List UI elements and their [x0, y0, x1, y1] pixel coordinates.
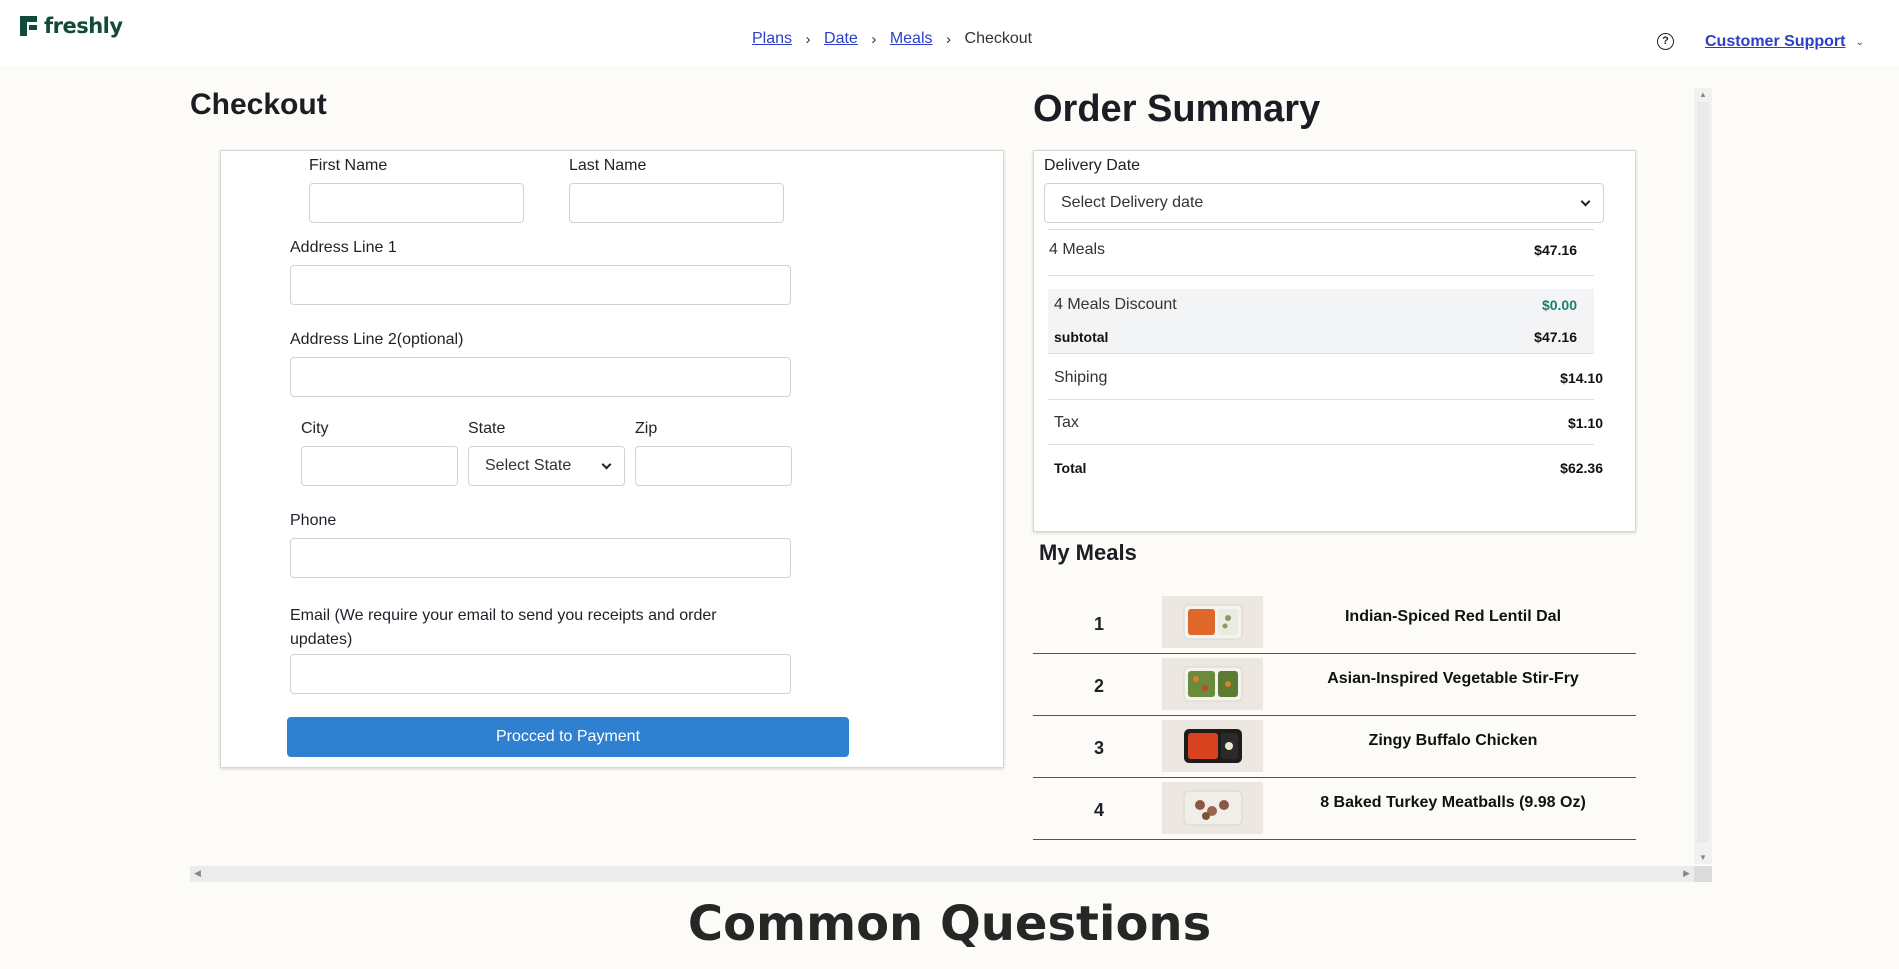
delivery-date-label: Delivery Date: [1044, 157, 1141, 174]
vertical-scrollbar[interactable]: ▲ ▼: [1694, 88, 1712, 864]
breadcrumb-current: Checkout: [964, 30, 1033, 47]
state-select[interactable]: Select State: [468, 446, 625, 486]
meal-image: [1162, 658, 1263, 710]
tax-value: $1.10: [1567, 415, 1603, 431]
meal-row: 1 Indian-Spiced Red Lentil Dal: [1033, 592, 1636, 654]
meal-row: 3 Zingy Buffalo Chicken: [1033, 716, 1636, 778]
total-value: $62.36: [1560, 460, 1603, 476]
discount-value: $0.00: [1541, 297, 1577, 313]
meal-row: 2 Asian-Inspired Vegetable Stir-Fry: [1033, 654, 1636, 716]
meal-row: 4 8 Baked Turkey Meatballs (9.98 Oz): [1033, 778, 1636, 840]
breadcrumb-separator: ›: [805, 30, 811, 48]
phone-input[interactable]: [290, 538, 791, 578]
scroll-left-arrow-icon[interactable]: ◀: [194, 868, 201, 879]
breadcrumb-separator: ›: [946, 30, 952, 48]
meal-name: Asian-Inspired Vegetable Stir-Fry: [1327, 670, 1579, 687]
phone-label: Phone: [290, 512, 337, 529]
top-navigation-bar: freshly Plans › Date › Meals › Checkout …: [0, 0, 1899, 66]
order-summary-card: Delivery Date Select Delivery date 4 Mea…: [1033, 150, 1636, 532]
chevron-down-icon: [1580, 196, 1591, 206]
order-summary-title: Order Summary: [1033, 88, 1321, 130]
breadcrumb-date[interactable]: Date: [824, 30, 858, 48]
meals-price-row: 4 Meals $47.16: [1049, 241, 1577, 259]
total-label: Total: [1054, 460, 1087, 476]
zip-label: Zip: [635, 420, 658, 437]
checkout-title: Checkout: [190, 88, 327, 121]
last-name-input[interactable]: [569, 183, 784, 223]
meal-name: Indian-Spiced Red Lentil Dal: [1344, 608, 1562, 625]
tax-label: Tax: [1054, 414, 1079, 431]
breadcrumb-meals[interactable]: Meals: [890, 30, 933, 48]
breadcrumb-separator: ›: [871, 30, 877, 48]
meal-number: 1: [1093, 614, 1104, 634]
divider: [1048, 444, 1594, 445]
shipping-value: $14.10: [1560, 370, 1603, 386]
checkout-scroll-area: Checkout First Name Last Name Address Li…: [190, 88, 1712, 882]
help-icon[interactable]: ?: [1657, 33, 1674, 50]
divider: [1048, 399, 1594, 400]
meal-image: [1162, 782, 1263, 834]
customer-support-menu[interactable]: Customer Support ⌄: [1705, 33, 1864, 51]
zip-input[interactable]: [635, 446, 792, 486]
freshly-logo[interactable]: freshly: [20, 14, 123, 38]
scrollbar-corner: [1694, 866, 1712, 882]
address-line-1-input[interactable]: [290, 265, 791, 305]
scroll-down-arrow-icon[interactable]: ▼: [1699, 853, 1707, 862]
address-line-1-label: Address Line 1: [290, 239, 397, 256]
freshly-logo-icon: [20, 16, 38, 36]
scroll-right-arrow-icon[interactable]: ▶: [1683, 868, 1690, 879]
meal-image: [1162, 720, 1263, 772]
first-name-label: First Name: [309, 157, 388, 174]
city-label: City: [301, 420, 329, 437]
meals-price-value: $47.16: [1534, 242, 1577, 258]
subtotal-row: subtotal $47.16: [1054, 329, 1577, 345]
discount-row: 4 Meals Discount $0.00: [1054, 296, 1577, 314]
shipping-label: Shiping: [1054, 369, 1108, 386]
brand-name: freshly: [44, 14, 123, 38]
proceed-to-payment-button[interactable]: Procced to Payment: [287, 717, 849, 757]
last-name-label: Last Name: [569, 157, 647, 174]
delivery-date-select[interactable]: Select Delivery date: [1044, 183, 1604, 223]
address-line-2-label: Address Line 2(optional): [290, 331, 464, 348]
customer-support-link[interactable]: Customer Support: [1705, 33, 1845, 51]
state-select-value: Select State: [485, 457, 572, 474]
meal-name: Zingy Buffalo Chicken: [1368, 732, 1538, 749]
scrollbar-thumb[interactable]: [1697, 102, 1709, 842]
chevron-down-icon[interactable]: ⌄: [1855, 37, 1863, 48]
discount-label: 4 Meals Discount: [1054, 296, 1177, 313]
common-questions-title: Common Questions: [687, 896, 1212, 952]
breadcrumb: Plans › Date › Meals › Checkout: [752, 30, 1032, 48]
meal-number: 2: [1093, 676, 1104, 696]
divider: [1048, 229, 1594, 230]
total-row: Total $62.36: [1054, 460, 1603, 476]
checkout-form: First Name Last Name Address Line 1 Addr…: [220, 150, 1004, 768]
my-meals-title: My Meals: [1039, 540, 1137, 565]
delivery-date-value: Select Delivery date: [1061, 194, 1204, 211]
address-line-2-input[interactable]: [290, 357, 791, 397]
meal-name: 8 Baked Turkey Meatballs (9.98 Oz): [1320, 794, 1586, 811]
divider: [1048, 275, 1594, 276]
horizontal-scrollbar[interactable]: ◀ ▶: [190, 866, 1694, 882]
subtotal-value: $47.16: [1534, 329, 1577, 345]
shipping-row: Shiping $14.10: [1054, 369, 1603, 387]
meals-count-label: 4 Meals: [1049, 241, 1106, 258]
email-label: Email (We require your email to send you…: [290, 607, 717, 648]
city-input[interactable]: [301, 446, 458, 486]
state-label: State: [468, 420, 506, 437]
scroll-up-arrow-icon[interactable]: ▲: [1699, 90, 1707, 99]
meal-image: [1162, 596, 1263, 648]
tax-row: Tax $1.10: [1054, 414, 1603, 432]
meal-number: 3: [1093, 738, 1104, 758]
divider: [1048, 353, 1594, 354]
chevron-down-icon: [601, 459, 612, 469]
meal-number: 4: [1093, 800, 1104, 820]
breadcrumb-plans[interactable]: Plans: [752, 30, 792, 48]
subtotal-label: subtotal: [1054, 329, 1109, 345]
email-input[interactable]: [290, 654, 791, 694]
first-name-input[interactable]: [309, 183, 524, 223]
